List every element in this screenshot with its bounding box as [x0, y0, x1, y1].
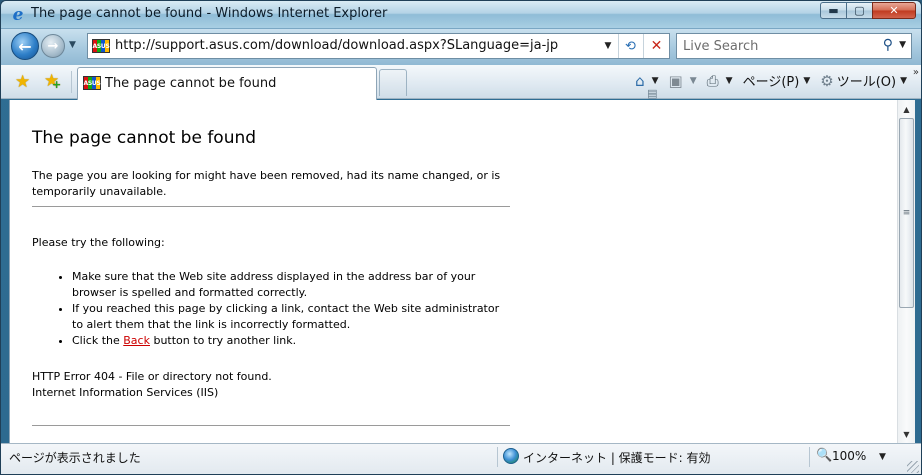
back-prefix-text: Click the: [72, 334, 124, 347]
security-zone-text[interactable]: インターネット | 保護モード: 有効: [523, 449, 711, 466]
divider: [32, 206, 510, 207]
divider: [497, 447, 498, 467]
address-bar[interactable]: ASUS http://support.asus.com/download/do…: [87, 33, 670, 59]
resize-grip[interactable]: [907, 461, 919, 473]
ie-logo-icon: e: [12, 5, 24, 25]
search-icon[interactable]: ⚲: [883, 37, 893, 53]
search-input[interactable]: [678, 35, 868, 57]
divider: [809, 447, 810, 467]
list-item: Click the Back button to try another lin…: [72, 333, 512, 349]
title-bar[interactable]: e The page cannot be found - Windows Int…: [1, 1, 921, 29]
server-name-text: Internet Information Services (IIS): [32, 386, 219, 399]
status-text: ページが表示されました: [9, 451, 141, 465]
add-favorite-button[interactable]: ★ +: [44, 71, 62, 91]
stop-button[interactable]: ✕: [643, 34, 669, 58]
scroll-down-button[interactable]: ▼: [898, 425, 915, 443]
back-button[interactable]: ←: [11, 32, 39, 60]
list-item: Make sure that the Web site address disp…: [72, 269, 512, 301]
divider: [71, 71, 72, 93]
intro-text: The page you are looking for might have …: [32, 169, 501, 198]
scroll-grip-icon: ≡: [902, 208, 911, 218]
ie-window: e The page cannot be found - Windows Int…: [0, 0, 922, 475]
print-dropdown-icon[interactable]: ▼: [726, 76, 733, 86]
scroll-thumb[interactable]: ≡: [899, 118, 914, 308]
page-dropdown-icon: ▼: [803, 75, 811, 86]
list-item: If you reached this page by clicking a l…: [72, 301, 512, 333]
search-options-dropdown[interactable]: ▼: [899, 40, 906, 50]
tab-title: The page cannot be found: [105, 76, 277, 91]
home-dropdown-icon[interactable]: ▼: [652, 76, 659, 86]
minimize-button[interactable]: ▬: [820, 2, 847, 19]
recent-pages-dropdown[interactable]: ▼: [69, 40, 76, 50]
new-tab-button[interactable]: [379, 69, 407, 96]
divider: [32, 425, 510, 426]
zoom-icon[interactable]: 🔍: [816, 448, 832, 463]
internet-zone-icon: [503, 448, 519, 464]
vertical-scrollbar[interactable]: ▲ ≡ ▼: [897, 100, 915, 443]
refresh-button[interactable]: ⟲: [618, 34, 642, 58]
navigation-bar: ← → ▼ ASUS http://support.asus.com/downl…: [1, 29, 921, 65]
command-tools: ⌂ ▼ ▣ ▼ ⎙ ▼ ▤ ページ(P) ▼ ⚙ ツール(O) ▼: [625, 71, 907, 101]
tools-dropdown-icon: ▼: [900, 75, 907, 86]
zoom-dropdown-icon[interactable]: ▼: [879, 452, 886, 462]
favorites-center-icon[interactable]: ★: [15, 72, 30, 92]
page-title: The page cannot be found: [32, 128, 257, 148]
back-link[interactable]: Back: [123, 334, 150, 347]
back-suffix-text: button to try another link.: [149, 334, 297, 347]
page-content: The page cannot be found The page you ar…: [9, 100, 897, 443]
try-heading: Please try the following:: [32, 236, 165, 249]
feeds-dropdown-icon[interactable]: ▼: [690, 76, 697, 86]
suggestion-list: Make sure that the Web site address disp…: [32, 269, 512, 349]
maximize-button[interactable]: ▢: [846, 2, 873, 19]
chevron-more-icon[interactable]: »: [913, 67, 919, 78]
command-bar: ★ ★ + ASUS The page cannot be found ⌂ ▼ …: [1, 65, 921, 101]
page-menu-button[interactable]: ▤ ページ(P) ▼: [647, 71, 811, 100]
zoom-level[interactable]: 100%: [832, 449, 866, 463]
address-dropdown[interactable]: ▼: [599, 34, 617, 58]
tab-favicon-icon: ASUS: [83, 76, 101, 90]
error-page: The page cannot be found The page you ar…: [32, 116, 512, 426]
asus-favicon-icon: ASUS: [92, 39, 110, 53]
page-icon: ▤: [647, 87, 658, 100]
search-box[interactable]: ⚲ ▼: [676, 33, 912, 59]
http-error-text: HTTP Error 404 - File or directory not f…: [32, 370, 272, 383]
error-details: HTTP Error 404 - File or directory not f…: [32, 369, 512, 401]
window-title: The page cannot be found - Windows Inter…: [31, 6, 388, 21]
address-url[interactable]: http://support.asus.com/download/downloa…: [115, 38, 558, 53]
add-favorite-plus-icon: +: [52, 78, 62, 91]
forward-button[interactable]: →: [41, 34, 65, 58]
home-icon: ⌂: [635, 71, 645, 90]
tab-active[interactable]: ASUS The page cannot be found: [77, 67, 377, 100]
window-controls: ▬ ▢ ✕: [820, 2, 916, 19]
scroll-up-button[interactable]: ▲: [898, 100, 915, 118]
status-bar: ページが表示されました インターネット | 保護モード: 有効 🔍 100% ▼: [1, 443, 921, 474]
close-button[interactable]: ✕: [872, 2, 916, 19]
